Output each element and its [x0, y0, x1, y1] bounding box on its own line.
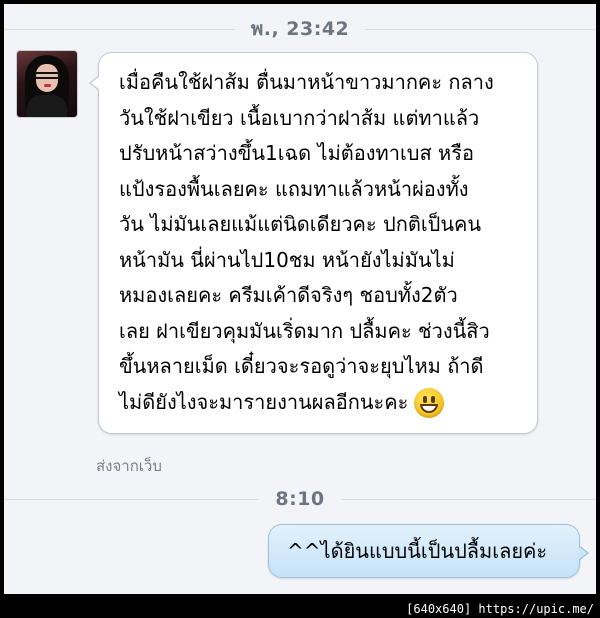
- message-line: วันใช้ฝาเขียว เนื้อเบากว่าฝาส้ม แต่ทาแล้…: [119, 105, 480, 130]
- message-line: หมองเลยคะ ครีมเค้าดีจริงๆ ชอบทั้ง2ตัว: [119, 283, 458, 307]
- avatar[interactable]: [16, 50, 78, 118]
- message-line: แป้งรองพื้นเลยคะ แถมทาแล้วหน้าผ่องทั้ง: [119, 176, 469, 201]
- timestamp-divider: พ., 23:42: [4, 14, 596, 44]
- timestamp: 8:10: [275, 488, 325, 510]
- message-line: ปรับหน้าสว่างขึ้น1เฉด ไม่ต้องทาเบส หรือ: [119, 141, 474, 165]
- divider-line: [365, 28, 596, 30]
- message-line-text: ไม่ดียังไงจะมารายงานผลอีกนะคะ: [119, 389, 409, 414]
- watermark: [640x640] https://upic.me/: [406, 602, 594, 616]
- chat-window: พ., 23:42 เมื่อคืนใช้ฝาส้ม ตื่นมาหน้าขาว…: [4, 4, 596, 594]
- divider-line: [4, 498, 260, 500]
- timestamp-divider: 8:10: [4, 488, 596, 510]
- divider-line: [340, 498, 596, 500]
- message-line: เลย ฝาเขียวคุมมันเริ่ดมาก ปลื้มคะ ช่วงนี…: [119, 318, 490, 343]
- divider-line: [4, 28, 235, 30]
- incoming-message-bubble[interactable]: เมื่อคืนใช้ฝาส้ม ตื่นมาหน้าขาวมากคะ กลาง…: [89, 52, 538, 434]
- message-line: วัน ไม่มันเลยแม้แต่นิดเดียวคะ ปกติเป็นคน: [119, 212, 482, 236]
- outgoing-message-text: ^^ได้ยินแบบนี้เป็นปลื้มเลยค่ะ: [287, 539, 548, 563]
- outgoing-message-bubble[interactable]: ^^ได้ยินแบบนี้เป็นปลื้มเลยค่ะ: [268, 524, 589, 578]
- message-line: หน้ามัน นี่ผ่านไป10ชม หน้ายังไม่มันไม่: [119, 247, 455, 272]
- message-line: ขึ้นหลายเม็ด เดี๋ยวจะรอดูว่าจะยุบไหม ถ้า…: [119, 354, 484, 378]
- timestamp: พ., 23:42: [250, 18, 350, 40]
- message-line-last: ไม่ดียังไงจะมารายงานผลอีกนะคะ: [119, 385, 523, 421]
- grinning-face-emoji-icon: [414, 388, 445, 418]
- message-line: เมื่อคืนใช้ฝาส้ม ตื่นมาหน้าขาวมากคะ กลาง: [119, 70, 494, 94]
- sent-from-label: ส่งจากเว็บ: [96, 457, 162, 475]
